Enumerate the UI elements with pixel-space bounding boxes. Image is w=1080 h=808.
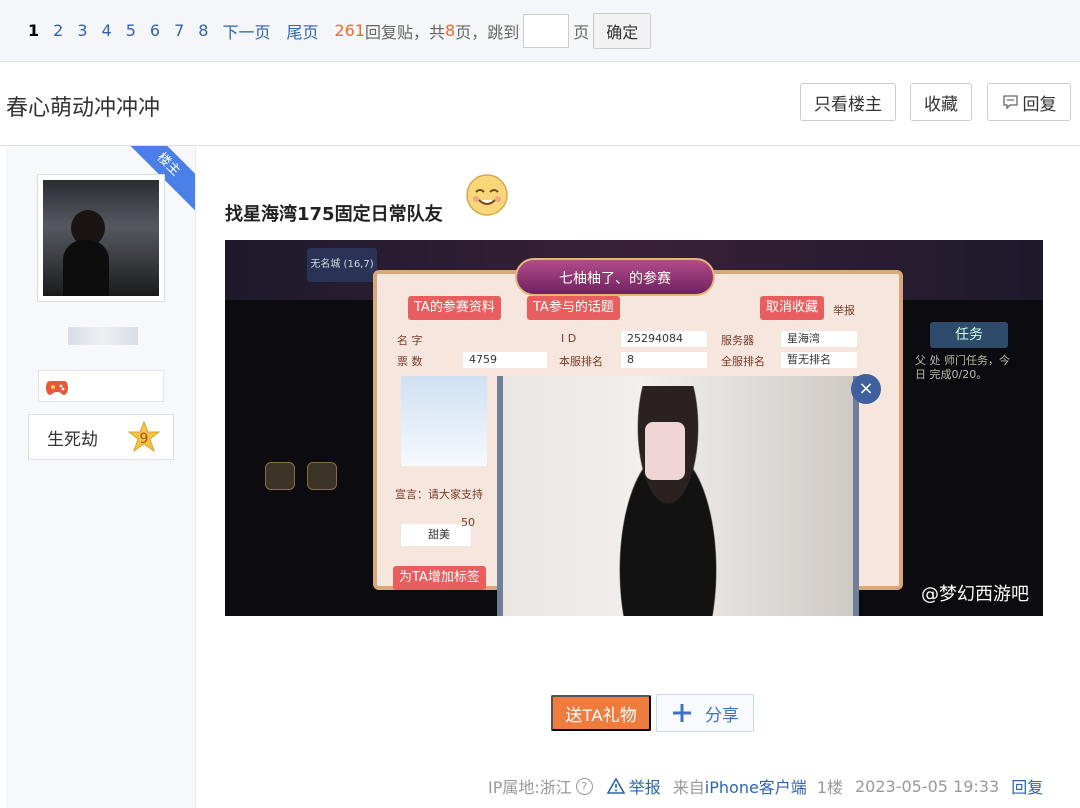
reply-button[interactable]: 回复: [987, 83, 1071, 121]
page-link-2[interactable]: 2: [53, 21, 63, 40]
user-level[interactable]: 生死劫 9: [28, 414, 174, 460]
only-op-button[interactable]: 只看楼主: [800, 83, 896, 121]
next-page-link[interactable]: 下一页: [222, 19, 270, 43]
pagination-bar: 1 2 3 4 5 6 7 8 下一页 尾页 261 回复贴，共 8 页，跳到 …: [0, 0, 1080, 62]
last-page-link[interactable]: 尾页: [286, 19, 318, 43]
image-report-label: 举报: [833, 304, 855, 317]
image-allrank-value: 暂无排名: [781, 352, 857, 368]
image-server-label: 服务器: [721, 334, 754, 347]
page-count: 8: [445, 21, 456, 40]
page-link-4[interactable]: 4: [102, 21, 112, 40]
page-jump-input[interactable]: [523, 13, 570, 48]
image-id-label: I D: [561, 332, 577, 345]
plus-share-icon: [673, 704, 691, 722]
send-gift-button[interactable]: 送TA礼物: [551, 695, 651, 731]
image-rank-value: 8: [621, 352, 707, 368]
post-title: 找星海湾175固定日常队友: [225, 204, 443, 225]
report-link[interactable]: 举报: [606, 774, 661, 798]
image-server-value: 星海湾: [781, 331, 857, 347]
floor-reply-link[interactable]: 回复: [1011, 774, 1043, 798]
thread-title: 春心萌动冲冲冲: [6, 96, 161, 121]
image-side-text: 父 处 师门任务，今日 完成0/20。: [915, 354, 1010, 381]
image-ribbon: 七柚柚了、的参赛: [515, 258, 715, 296]
image-rank-label: 本服排名: [559, 355, 603, 368]
level-name: 生死劫: [47, 429, 98, 450]
image-mini-photo: [401, 376, 487, 466]
reply-count-text: 回复贴，共: [365, 22, 446, 42]
report-link-label: 举报: [628, 778, 661, 797]
page-link-1[interactable]: 1: [28, 21, 39, 40]
page-unit-text: 页: [573, 22, 590, 42]
help-icon[interactable]: ?: [575, 777, 593, 795]
post-meta: IP属地:浙江 ? 举报 来自iPhone客户端 1楼 2023-05-05 1…: [488, 774, 1043, 798]
floor-number: 1楼: [816, 778, 843, 797]
image-declare: 宣言：请大家支持: [395, 488, 483, 501]
post-time: 2023-05-05 19:33: [855, 776, 1000, 796]
image-selfie: [497, 376, 859, 616]
image-name-label: 名 字: [397, 334, 423, 347]
image-close-icon: ×: [851, 374, 881, 404]
client-prefix: 来自: [672, 778, 705, 797]
warning-icon: [606, 778, 625, 794]
thread-header: 春心萌动冲冲冲 只看楼主 收藏 回复: [0, 62, 1080, 146]
confirm-jump-button[interactable]: 确定: [593, 12, 652, 49]
image-watermark: @梦幻西游吧: [921, 584, 1029, 605]
image-mic-icon: [307, 462, 337, 490]
client-source: 来自iPhone客户端: [673, 774, 807, 798]
image-votes-label: 票 数: [397, 355, 423, 368]
page-link-7[interactable]: 7: [174, 21, 184, 40]
favorite-button[interactable]: 收藏: [910, 83, 972, 121]
username-blurred[interactable]: [68, 327, 138, 345]
medal-box: [38, 370, 164, 402]
level-number: 9: [140, 431, 149, 447]
page-link-5[interactable]: 5: [126, 21, 136, 40]
image-allrank-label: 全服排名: [721, 355, 765, 368]
share-button[interactable]: 分享: [656, 694, 754, 732]
image-task-label: 任务: [930, 322, 1008, 348]
comment-icon: [1002, 95, 1018, 110]
image-id-value: 25294084: [621, 331, 707, 347]
page-link-8[interactable]: 8: [198, 21, 208, 40]
share-button-label: 分享: [705, 705, 739, 725]
image-map-label: 无名城 (16,7): [307, 248, 377, 282]
page-link-6[interactable]: 6: [150, 21, 160, 40]
image-tag-topics: TA参与的话题: [527, 296, 620, 320]
post-image[interactable]: 无名城 (16,7) 任务 父 处 师门任务，今日 完成0/20。 七柚柚了、的…: [225, 240, 1043, 616]
ip-location: IP属地:浙江: [488, 778, 572, 797]
reply-count: 261: [334, 21, 366, 40]
gamepad-icon: [46, 381, 68, 395]
image-add-tag: 为TA增加标签: [393, 566, 486, 590]
client-link[interactable]: iPhone客户端: [705, 778, 807, 797]
reply-button-label: 回复: [1022, 94, 1057, 114]
image-tag-profile: TA的参赛资料: [408, 296, 501, 320]
page-link-3[interactable]: 3: [77, 21, 87, 40]
smile-emoji-icon: [466, 174, 508, 216]
image-chat-icon: [265, 462, 295, 490]
avatar[interactable]: [37, 174, 165, 302]
jump-to-text: 页，跳到: [455, 22, 520, 42]
level-star-icon: 9: [127, 421, 161, 453]
image-tag-unfav: 取消收藏: [760, 296, 825, 320]
image-sweet-num: 50: [461, 516, 475, 529]
user-panel: 楼主 生死劫 9: [6, 146, 196, 808]
image-votes-value: 4759: [463, 352, 547, 368]
